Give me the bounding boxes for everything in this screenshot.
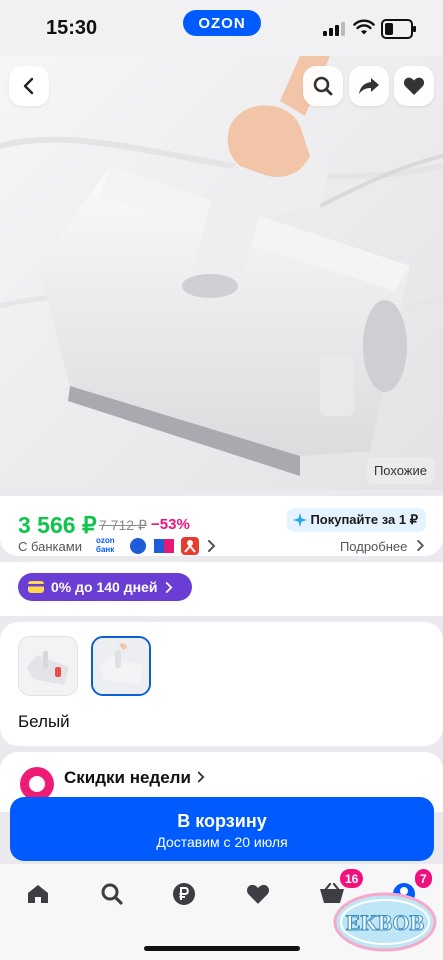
variant-image: [27, 651, 69, 685]
back-icon: [23, 77, 34, 95]
status-time: 15:30: [46, 17, 98, 39]
chevron-right-icon: [197, 771, 205, 783]
chevron-right-icon: [208, 540, 216, 552]
variant-image: [93, 638, 149, 694]
favorite-button[interactable]: [394, 66, 434, 106]
variant-thumbnail-selected[interactable]: [91, 636, 151, 696]
search-icon: [101, 883, 123, 905]
wifi-icon: [353, 19, 375, 35]
more-details-link[interactable]: Подробнее: [340, 539, 425, 554]
old-price: 7 712 ₽: [99, 517, 147, 533]
heart-icon: [247, 884, 269, 904]
deals-icon: [20, 767, 54, 801]
ozon-bank-icon: ozon банк: [96, 536, 115, 554]
current-price: 3 566 ₽: [18, 512, 97, 538]
buy-for-label: Покупайте за 1 ₽: [310, 512, 418, 527]
installment-label: 0% до 140 дней: [51, 579, 158, 595]
variant-thumbnail[interactable]: [18, 636, 78, 696]
sparkle-icon: [293, 513, 308, 527]
heart-icon: [403, 77, 425, 95]
search-icon: [313, 76, 333, 96]
ekbob-watermark: EKBOB: [333, 892, 437, 952]
discount-percent: −53%: [151, 516, 190, 533]
home-indicator: [144, 946, 300, 951]
similar-products-button[interactable]: Похожие: [365, 457, 435, 484]
buy-for-1-ruble-badge[interactable]: Покупайте за 1 ₽: [287, 508, 426, 532]
color-label: Белый: [18, 712, 70, 731]
tab-catalog[interactable]: [92, 880, 132, 908]
chevron-right-icon: [417, 540, 425, 551]
tab-home[interactable]: [18, 880, 58, 908]
bank-logo-icon-3: [181, 537, 199, 555]
installment-badge[interactable]: 0% до 140 дней: [18, 573, 192, 601]
add-to-cart-label: В корзину: [177, 811, 267, 831]
chevron-right-icon: [166, 581, 173, 593]
search-button[interactable]: [303, 66, 343, 106]
card-icon: [28, 581, 44, 593]
status-bar: 15:30 OZON: [0, 0, 443, 56]
share-icon: [359, 78, 379, 94]
deals-title[interactable]: Скидки недели: [64, 768, 205, 788]
product-photo: [0, 56, 443, 490]
home-icon: [28, 885, 48, 903]
bank-logo-icon-2: [154, 539, 174, 553]
ozon-logo: OZON: [183, 10, 261, 36]
bank-icons-row[interactable]: ozon банк: [96, 536, 216, 556]
tab-fresh[interactable]: [164, 880, 204, 908]
battery-icon: [381, 19, 416, 39]
delivery-date: Доставим с 20 июля: [156, 834, 288, 850]
svg-text:EKBOB: EKBOB: [346, 910, 425, 935]
share-button[interactable]: [349, 66, 389, 106]
bank-logo-icon-1: [130, 538, 146, 554]
add-to-cart-button[interactable]: В корзину Доставим с 20 июля: [10, 797, 434, 861]
back-button[interactable]: [9, 66, 49, 106]
ruble-icon: [173, 883, 195, 905]
product-image-gallery[interactable]: Похожие: [0, 56, 443, 490]
banks-label: С банками: [18, 539, 82, 554]
tab-favorites[interactable]: [238, 880, 278, 908]
signal-icon: [323, 22, 345, 36]
more-details-label: Подробнее: [339, 539, 408, 554]
